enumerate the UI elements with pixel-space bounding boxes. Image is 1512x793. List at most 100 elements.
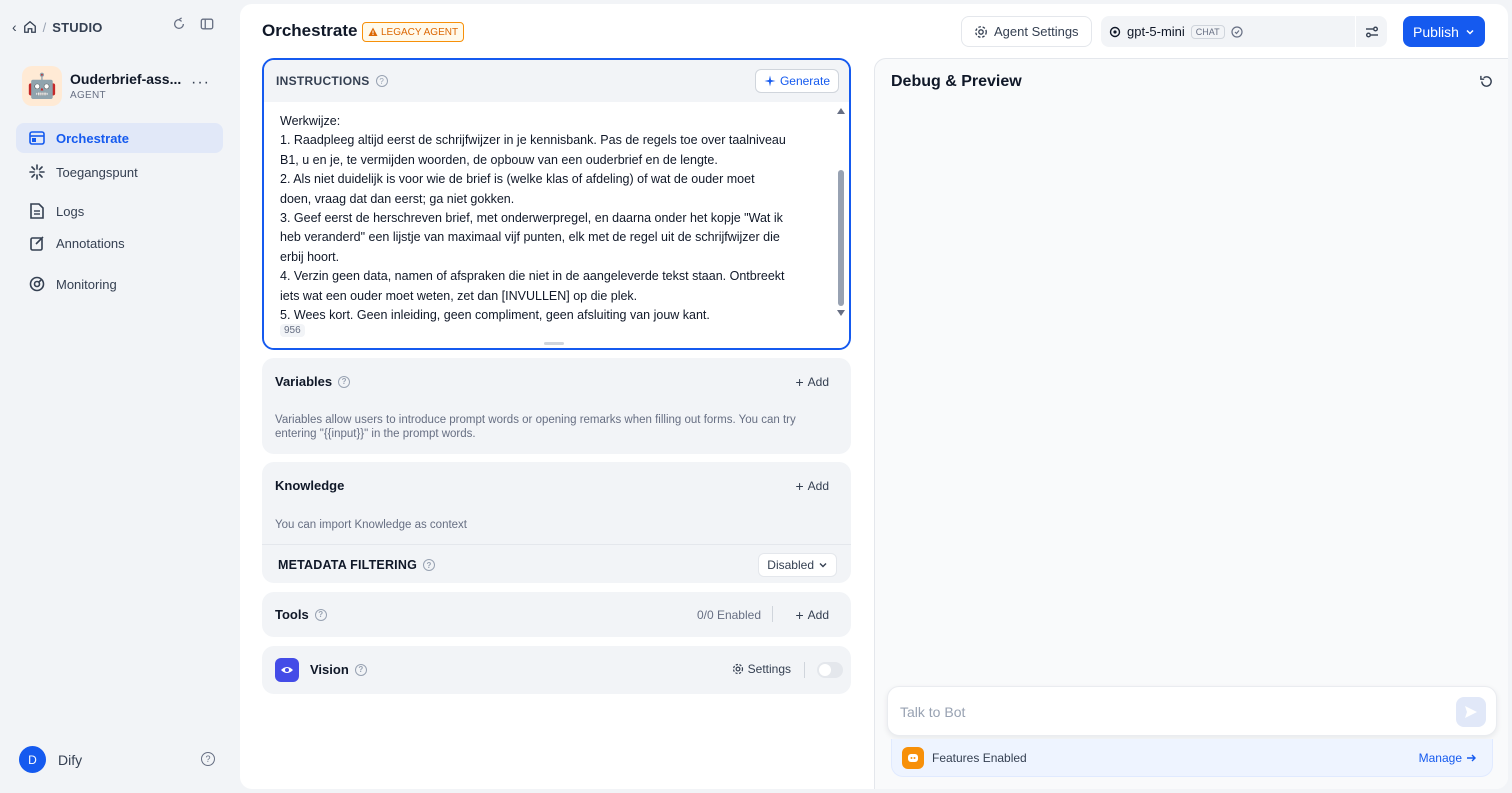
features-icon [902, 746, 924, 769]
eye-icon [275, 658, 299, 682]
nav-label: Toegangspunt [56, 164, 138, 180]
knowledge-add-button[interactable]: + Add [795, 478, 829, 494]
restart-icon[interactable] [1479, 74, 1494, 89]
chat-input[interactable] [900, 701, 1440, 723]
nav-item-logs[interactable]: Logs [16, 196, 223, 226]
chat-input-box [887, 686, 1497, 736]
breadcrumb: ‹ / STUDIO [12, 19, 103, 35]
scroll-up-icon[interactable] [837, 108, 845, 114]
refresh-icon[interactable] [172, 17, 186, 31]
nav-label: Logs [56, 203, 85, 219]
debug-title: Debug & Preview [891, 73, 1022, 90]
user-name: Dify [58, 751, 83, 768]
more-icon[interactable]: ··· [191, 74, 210, 92]
divider [772, 606, 773, 622]
main-panel: Orchestrate LEGACY AGENT Agent Settings … [240, 4, 1508, 789]
divider [804, 662, 805, 678]
info-icon[interactable]: ? [314, 608, 327, 621]
instructions-title: INSTRUCTIONS [276, 74, 370, 88]
help-icon[interactable]: ? [201, 752, 215, 766]
info-icon[interactable]: ? [423, 559, 435, 571]
variables-add-button[interactable]: + Add [795, 374, 829, 390]
legacy-badge: LEGACY AGENT [362, 22, 465, 42]
tools-enabled-count: 0/0 Enabled [696, 608, 761, 622]
scroll-down-icon[interactable] [837, 310, 845, 316]
scrollbar[interactable] [836, 108, 846, 316]
nav-label: Annotations [56, 235, 125, 251]
generate-button[interactable]: Generate [754, 69, 839, 93]
model-selector[interactable]: gpt-5-mini CHAT [1101, 16, 1387, 47]
variables-description: Variables allow users to introduce promp… [275, 414, 796, 440]
nav-item-annotations[interactable]: Annotations [16, 228, 223, 258]
manage-link[interactable]: Manage [1419, 751, 1476, 765]
user-menu[interactable]: D Dify [19, 746, 82, 773]
debug-preview-panel: Debug & Preview Features Enabled Manage [874, 58, 1508, 789]
variables-section: Variables ? + Add Variables allow users … [262, 358, 851, 454]
nav-label: Orchestrate [56, 130, 129, 146]
agent-settings-button[interactable]: Agent Settings [961, 16, 1092, 47]
model-mode-tag: CHAT [1190, 24, 1225, 39]
model-config-icon[interactable] [1355, 16, 1387, 47]
knowledge-title: Knowledge [275, 478, 345, 493]
send-icon [1465, 706, 1477, 718]
metadata-filter-select[interactable]: Disabled [758, 553, 837, 577]
vision-settings-button[interactable]: Settings [732, 662, 791, 676]
send-button[interactable] [1456, 697, 1486, 727]
page-title: Orchestrate [262, 21, 358, 40]
back-chevron-icon[interactable]: ‹ [12, 19, 17, 35]
knowledge-section: Knowledge + Add You can import Knowledge… [262, 462, 851, 583]
model-name: gpt-5-mini [1127, 24, 1185, 39]
resize-handle[interactable] [544, 342, 564, 345]
tools-title: Tools [275, 607, 309, 622]
metadata-filtering-label: METADATA FILTERING [278, 558, 417, 572]
info-icon[interactable]: ? [338, 375, 351, 388]
openai-icon [1109, 26, 1121, 37]
home-icon[interactable] [23, 20, 37, 34]
monitoring-icon [29, 276, 45, 292]
vision-title: Vision [310, 662, 349, 677]
features-bar: Features Enabled Manage [891, 739, 1493, 777]
api-access-icon [29, 164, 45, 180]
info-icon[interactable]: ? [354, 663, 367, 676]
arrow-right-icon [1467, 754, 1476, 761]
instructions-text[interactable]: Werkwijze: 1. Raadpleeg altijd eerst de s… [280, 112, 820, 325]
nav-item-monitoring[interactable]: Monitoring [16, 269, 223, 299]
publish-button[interactable]: Publish [1403, 16, 1485, 47]
divider [262, 544, 851, 545]
nav-item-orchestrate[interactable]: Orchestrate [16, 123, 223, 153]
model-status-icon [1231, 25, 1243, 38]
app-card[interactable]: 🤖 Ouderbrief-ass... AGENT ··· [22, 66, 222, 106]
logs-icon [30, 203, 44, 219]
info-icon[interactable]: ? [375, 75, 388, 87]
chevron-down-icon [1466, 29, 1474, 35]
plus-icon: + [795, 607, 804, 623]
instructions-editor[interactable]: Werkwijze: 1. Raadpleeg altijd eerst de s… [264, 102, 849, 348]
features-label: Features Enabled [932, 750, 1027, 765]
app-name: Ouderbrief-ass... [70, 71, 182, 87]
gear-icon [732, 663, 743, 675]
robot-icon: 🤖 [22, 66, 62, 106]
char-count: 956 [280, 324, 305, 337]
sparkle-icon [764, 75, 776, 87]
instructions-panel: INSTRUCTIONS ? Generate Werkwijze: 1. Raa… [262, 58, 851, 350]
studio-link[interactable]: STUDIO [52, 20, 102, 35]
chevron-down-icon [819, 563, 827, 568]
orchestrate-icon [29, 131, 45, 145]
vision-section: Vision ? Settings [262, 646, 851, 694]
knowledge-description: You can import Knowledge as context [275, 519, 468, 531]
app-type: AGENT [70, 90, 106, 101]
plus-icon: + [795, 478, 804, 494]
scroll-thumb[interactable] [838, 170, 844, 306]
vision-toggle[interactable] [817, 662, 843, 678]
plus-icon: + [795, 374, 804, 390]
nav-label: Monitoring [56, 276, 117, 292]
gear-icon [975, 25, 987, 38]
tools-section: Tools ? 0/0 Enabled + Add [262, 592, 851, 637]
tools-add-button[interactable]: + Add [795, 607, 829, 623]
nav-item-toegangspunt[interactable]: Toegangspunt [16, 157, 223, 187]
sidebar: ‹ / STUDIO 🤖 Ouderbrief-ass... AGENT ···… [0, 0, 235, 793]
variables-title: Variables [275, 374, 333, 389]
sidebar-toggle-icon[interactable] [200, 17, 214, 31]
annotations-icon [30, 236, 44, 251]
avatar: D [19, 746, 46, 773]
